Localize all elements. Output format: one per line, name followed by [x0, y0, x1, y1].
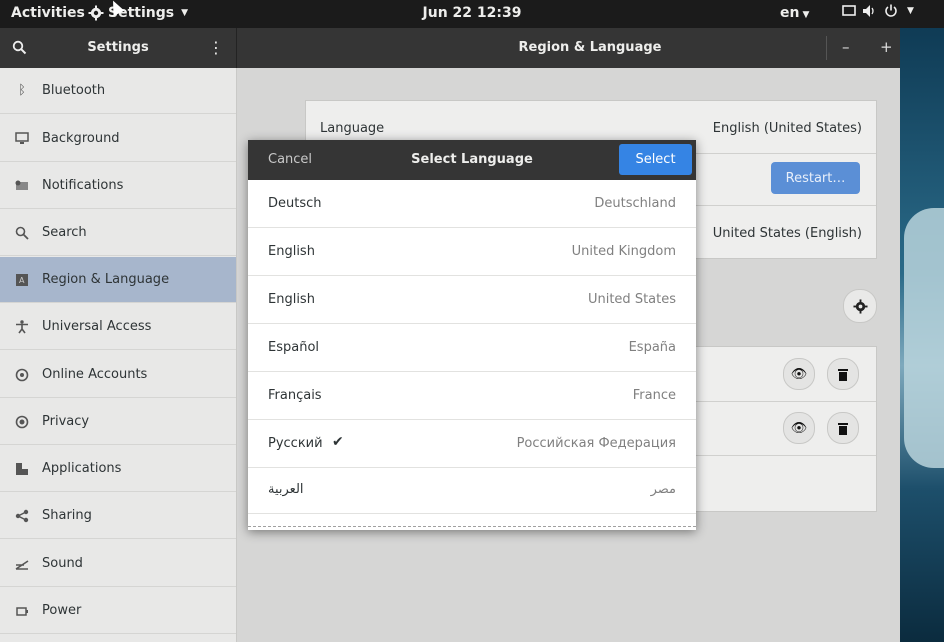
sidebar-item-label: Bluetooth: [42, 83, 106, 98]
sidebar-item-label: Notifications: [42, 178, 124, 193]
applications-icon: [14, 461, 30, 477]
formats-value: United States (English): [712, 226, 862, 241]
volume-icon: [863, 5, 874, 17]
language-region: España: [628, 340, 676, 355]
chevron-down-icon: ▼: [907, 6, 914, 16]
minimize-icon[interactable]: –: [842, 38, 850, 56]
trash-icon[interactable]: [827, 358, 859, 390]
accessibility-icon: [14, 319, 30, 335]
language-row[interactable]: العربية مصر: [248, 468, 696, 514]
language-region: Deutschland: [594, 196, 676, 211]
sidebar-item-label: Privacy: [42, 414, 90, 429]
sound-icon: [14, 556, 30, 572]
chevron-down-icon: ▼: [181, 8, 189, 18]
sidebar-item-label: Applications: [42, 461, 122, 476]
sidebar-item-privacy[interactable]: Privacy: [0, 399, 236, 445]
sidebar-title: Settings: [87, 40, 149, 55]
language-row[interactable]: Español España: [248, 324, 696, 372]
screen-icon: [842, 5, 856, 16]
language-row[interactable]: Français France: [248, 372, 696, 420]
desktop-background: [900, 28, 944, 642]
privacy-icon: [14, 414, 30, 430]
select-language-dialog: Cancel Select Language Select Deutsch De…: [248, 140, 696, 530]
sidebar-item-sharing[interactable]: Sharing: [0, 493, 236, 539]
input-sources-options-button[interactable]: [843, 289, 877, 323]
language-region: United States: [587, 292, 676, 307]
language-value: English (United States): [712, 121, 862, 136]
svg-text:A: A: [19, 276, 25, 285]
power-icon: [885, 4, 897, 17]
language-row[interactable]: English United Kingdom: [248, 228, 696, 276]
clock[interactable]: Jun 22 12:39: [423, 5, 522, 21]
language-name: العربية: [268, 482, 304, 497]
language-label: Language: [320, 121, 385, 136]
share-icon: [14, 508, 30, 524]
sidebar-item-label: Sharing: [42, 508, 92, 523]
app-menu[interactable]: Settings ▼: [88, 5, 188, 21]
wallpaper-shape: [904, 208, 944, 468]
sidebar-item-label: Region & Language: [42, 272, 170, 287]
sidebar-item-notifications[interactable]: Notifications: [0, 163, 236, 209]
power-icon: [14, 603, 30, 619]
sidebar-item-power[interactable]: Power: [0, 588, 236, 634]
region-language-icon: A: [14, 272, 30, 288]
system-tray[interactable]: ▼: [842, 4, 914, 18]
language-name: English: [268, 244, 315, 259]
restart-button[interactable]: Restart…: [771, 162, 860, 194]
dialog-header: Cancel Select Language Select: [248, 140, 696, 180]
more-languages-divider: [248, 526, 696, 527]
page-title: Region & Language: [518, 40, 662, 55]
language-region: United Kingdom: [571, 244, 676, 259]
sidebar-item-label: Sound: [42, 556, 83, 571]
chevron-down-icon: ▼: [802, 10, 810, 20]
gear-icon: [852, 298, 868, 314]
input-language-menu[interactable]: en ▼: [780, 5, 809, 21]
language-name: Deutsch: [268, 196, 322, 211]
header-divider: [826, 36, 827, 60]
sidebar-item-region-language[interactable]: A Region & Language: [0, 257, 236, 303]
language-name: English: [268, 292, 315, 307]
sidebar-item-label: Universal Access: [42, 319, 152, 334]
maximize-icon[interactable]: +: [880, 38, 893, 56]
language-name: Français: [268, 388, 322, 403]
gear-icon: [88, 5, 104, 21]
search-icon: [14, 225, 30, 241]
sidebar-item-online-accounts[interactable]: Online Accounts: [0, 352, 236, 398]
language-region: Российская Федерация: [516, 436, 676, 451]
language-row-selected[interactable]: Русский ✔ Российская Федерация: [248, 420, 696, 468]
top-bar: Activities Settings ▼ Jun 22 12:39 en ▼ ▼: [0, 0, 944, 28]
checkmark-icon: ✔: [332, 434, 344, 450]
language-region: مصر: [650, 482, 676, 497]
language-row[interactable]: Deutsch Deutschland: [248, 180, 696, 228]
online-accounts-icon: [14, 367, 30, 383]
sidebar-item-label: Online Accounts: [42, 367, 148, 382]
sidebar-item-label: Power: [42, 603, 82, 618]
header-bar: Settings ⋮ Region & Language – +: [0, 28, 900, 68]
eye-icon[interactable]: 👁: [783, 358, 815, 390]
sidebar-item-label: Background: [42, 131, 120, 146]
eye-icon[interactable]: 👁: [783, 412, 815, 444]
language-region: France: [632, 388, 676, 403]
language-name: Русский: [268, 436, 323, 451]
sidebar-item-sound[interactable]: Sound: [0, 541, 236, 587]
activities-button[interactable]: Activities: [11, 5, 85, 21]
language-name: Español: [268, 340, 320, 355]
settings-sidebar: ᛒ Bluetooth Background Notifications Sea…: [0, 68, 237, 642]
language-row[interactable]: English United States: [248, 276, 696, 324]
select-button[interactable]: Select: [619, 144, 692, 175]
sidebar-item-search[interactable]: Search: [0, 210, 236, 256]
notifications-icon: [14, 178, 30, 194]
sidebar-item-universal-access[interactable]: Universal Access: [0, 304, 236, 350]
trash-icon[interactable]: [827, 412, 859, 444]
cancel-button[interactable]: Cancel: [268, 152, 312, 167]
bluetooth-icon: ᛒ: [18, 83, 26, 98]
sidebar-item-background[interactable]: Background: [0, 116, 236, 162]
input-language-label: en: [780, 5, 800, 21]
sidebar-item-applications[interactable]: Applications: [0, 446, 236, 492]
kebab-menu-icon[interactable]: ⋮: [208, 38, 224, 57]
sidebar-item-label: Search: [42, 225, 87, 240]
sidebar-item-bluetooth[interactable]: ᛒ Bluetooth: [0, 68, 236, 114]
monitor-icon: [14, 131, 30, 147]
